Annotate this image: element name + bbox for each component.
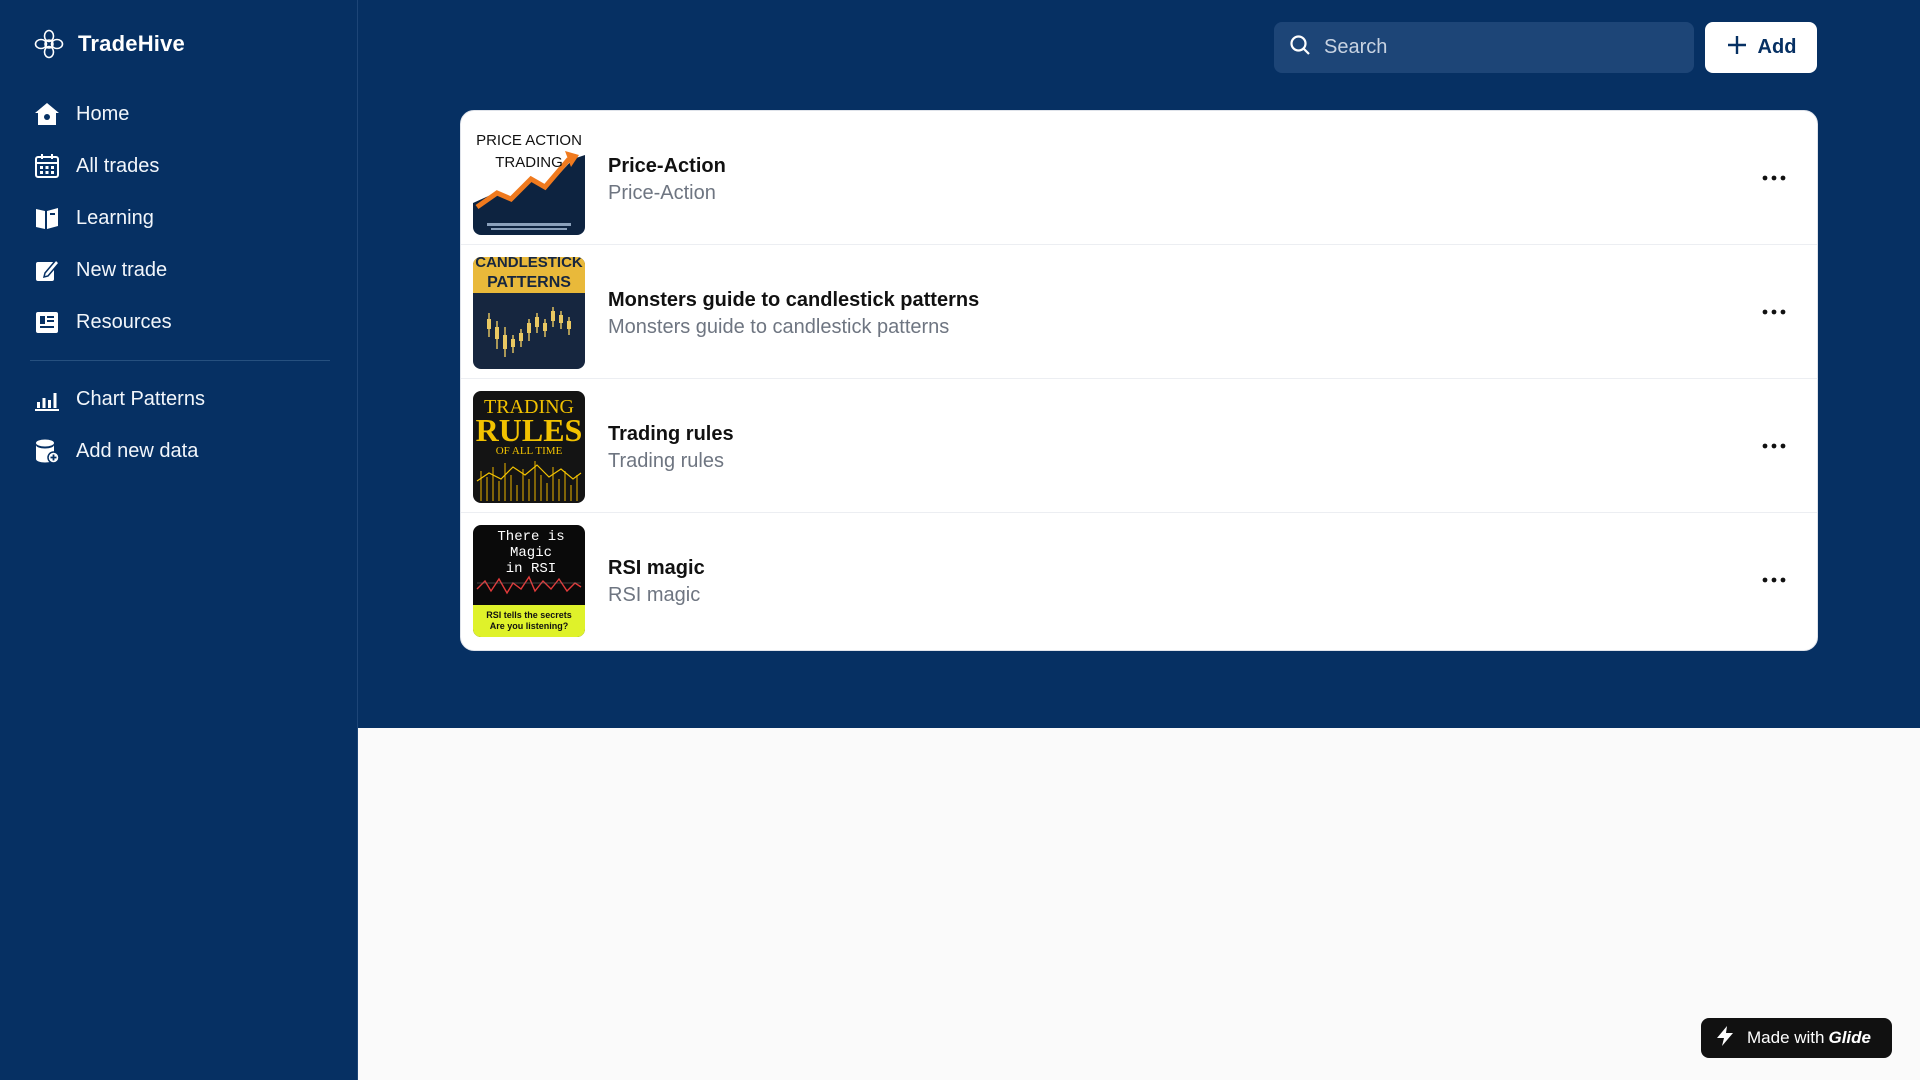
badge-prefix: Made with — [1747, 1028, 1825, 1047]
sidebar-item-label: Learning — [76, 206, 154, 229]
search-input[interactable] — [1324, 36, 1664, 59]
list-item[interactable]: TRADING RULES OF ALL TIME Trading rules … — [461, 379, 1817, 513]
more-options-icon[interactable] — [1759, 297, 1789, 327]
made-with-glide-badge[interactable]: Made with Glide — [1701, 1018, 1892, 1058]
sidebar-item-add-new-data[interactable]: Add new data — [18, 425, 340, 477]
list-item[interactable]: PRICE ACTION TRADING Price-Action Price-… — [461, 111, 1817, 245]
edit-icon — [32, 255, 62, 285]
list-item-title: RSI magic — [608, 557, 705, 579]
sidebar-item-label: Resources — [76, 310, 172, 333]
list-item-subtitle: Monsters guide to candlestick patterns — [608, 316, 950, 338]
sidebar-item-label: All trades — [76, 154, 160, 177]
list-item-subtitle: RSI magic — [608, 584, 701, 606]
list-item-text: Monsters guide to candlestick patterns M… — [608, 287, 979, 341]
list-item[interactable]: There is Magic in RSI RSI tells the secr… — [461, 513, 1817, 647]
list-item-text: RSI magic RSI magic — [608, 555, 705, 609]
app-name: TradeHive — [78, 31, 185, 56]
thumb-text: TRADING — [495, 154, 563, 171]
more-options-icon[interactable] — [1759, 431, 1789, 461]
badge-brand: Glide — [1828, 1028, 1871, 1047]
newspaper-icon — [32, 307, 62, 337]
thumb-text: PATTERNS — [487, 274, 571, 291]
thumb-text: Magic — [510, 545, 552, 561]
bar-chart-icon — [32, 384, 62, 414]
sidebar-item-resources[interactable]: Resources — [18, 296, 340, 348]
plus-icon — [1726, 34, 1748, 62]
sidebar-item-label: Home — [76, 102, 130, 125]
database-add-icon — [32, 436, 62, 466]
thumb-text: Are you listening? — [490, 621, 569, 631]
more-options-icon[interactable] — [1759, 565, 1789, 595]
thumb-text: OF ALL TIME — [496, 445, 563, 457]
book-icon — [32, 203, 62, 233]
sidebar-item-label: Chart Patterns — [76, 387, 205, 410]
list-item-text: Trading rules Trading rules — [608, 421, 734, 475]
thumb-text: CANDLESTICK — [475, 257, 583, 271]
thumbnail-image: TRADING RULES OF ALL TIME — [473, 391, 585, 503]
thumbnail-image: PRICE ACTION TRADING — [473, 123, 585, 235]
flower-logo-icon — [32, 27, 66, 61]
sidebar-nav: Home All trades Learning New trade Resou… — [18, 88, 340, 477]
list-item-subtitle: Trading rules — [608, 450, 724, 472]
thumb-text: RSI tells the secrets — [486, 610, 572, 620]
add-button[interactable]: Add — [1705, 22, 1817, 73]
calendar-icon — [32, 151, 62, 181]
list-item-subtitle: Price-Action — [608, 182, 716, 204]
sidebar-item-label: Add new data — [76, 439, 199, 462]
thumbnail-image: CANDLESTICK PATTERNS — [473, 257, 585, 369]
sidebar-item-chart-patterns[interactable]: Chart Patterns — [18, 373, 340, 425]
add-button-label: Add — [1757, 36, 1797, 58]
sidebar-item-label: New trade — [76, 258, 168, 281]
more-options-icon[interactable] — [1759, 163, 1789, 193]
sidebar: TradeHive Home All trades Learning New t… — [0, 0, 358, 1080]
list-item-title: Price-Action — [608, 155, 726, 177]
thumb-text: in RSI — [506, 561, 556, 577]
sidebar-item-new-trade[interactable]: New trade — [18, 244, 340, 296]
resource-list: PRICE ACTION TRADING Price-Action Price-… — [460, 110, 1818, 651]
sidebar-item-all-trades[interactable]: All trades — [18, 140, 340, 192]
brand[interactable]: TradeHive — [32, 26, 185, 62]
bolt-icon — [1713, 1024, 1737, 1053]
search-icon — [1288, 33, 1312, 62]
thumbnail-image: There is Magic in RSI RSI tells the secr… — [473, 525, 585, 637]
list-item-title: Monsters guide to candlestick patterns — [608, 289, 980, 311]
list-item-title: Trading rules — [608, 423, 734, 445]
sidebar-item-home[interactable]: Home — [18, 88, 340, 140]
list-item[interactable]: CANDLESTICK PATTERNS Monsters guide to c… — [461, 245, 1817, 379]
home-icon — [32, 99, 62, 129]
thumb-text: RULES — [476, 412, 583, 448]
thumb-text: PRICE ACTION — [476, 132, 582, 149]
list-item-text: Price-Action Price-Action — [608, 153, 726, 207]
sidebar-divider — [30, 360, 330, 361]
thumb-text: There is — [497, 529, 564, 545]
search-box[interactable] — [1274, 22, 1694, 73]
sidebar-item-learning[interactable]: Learning — [18, 192, 340, 244]
